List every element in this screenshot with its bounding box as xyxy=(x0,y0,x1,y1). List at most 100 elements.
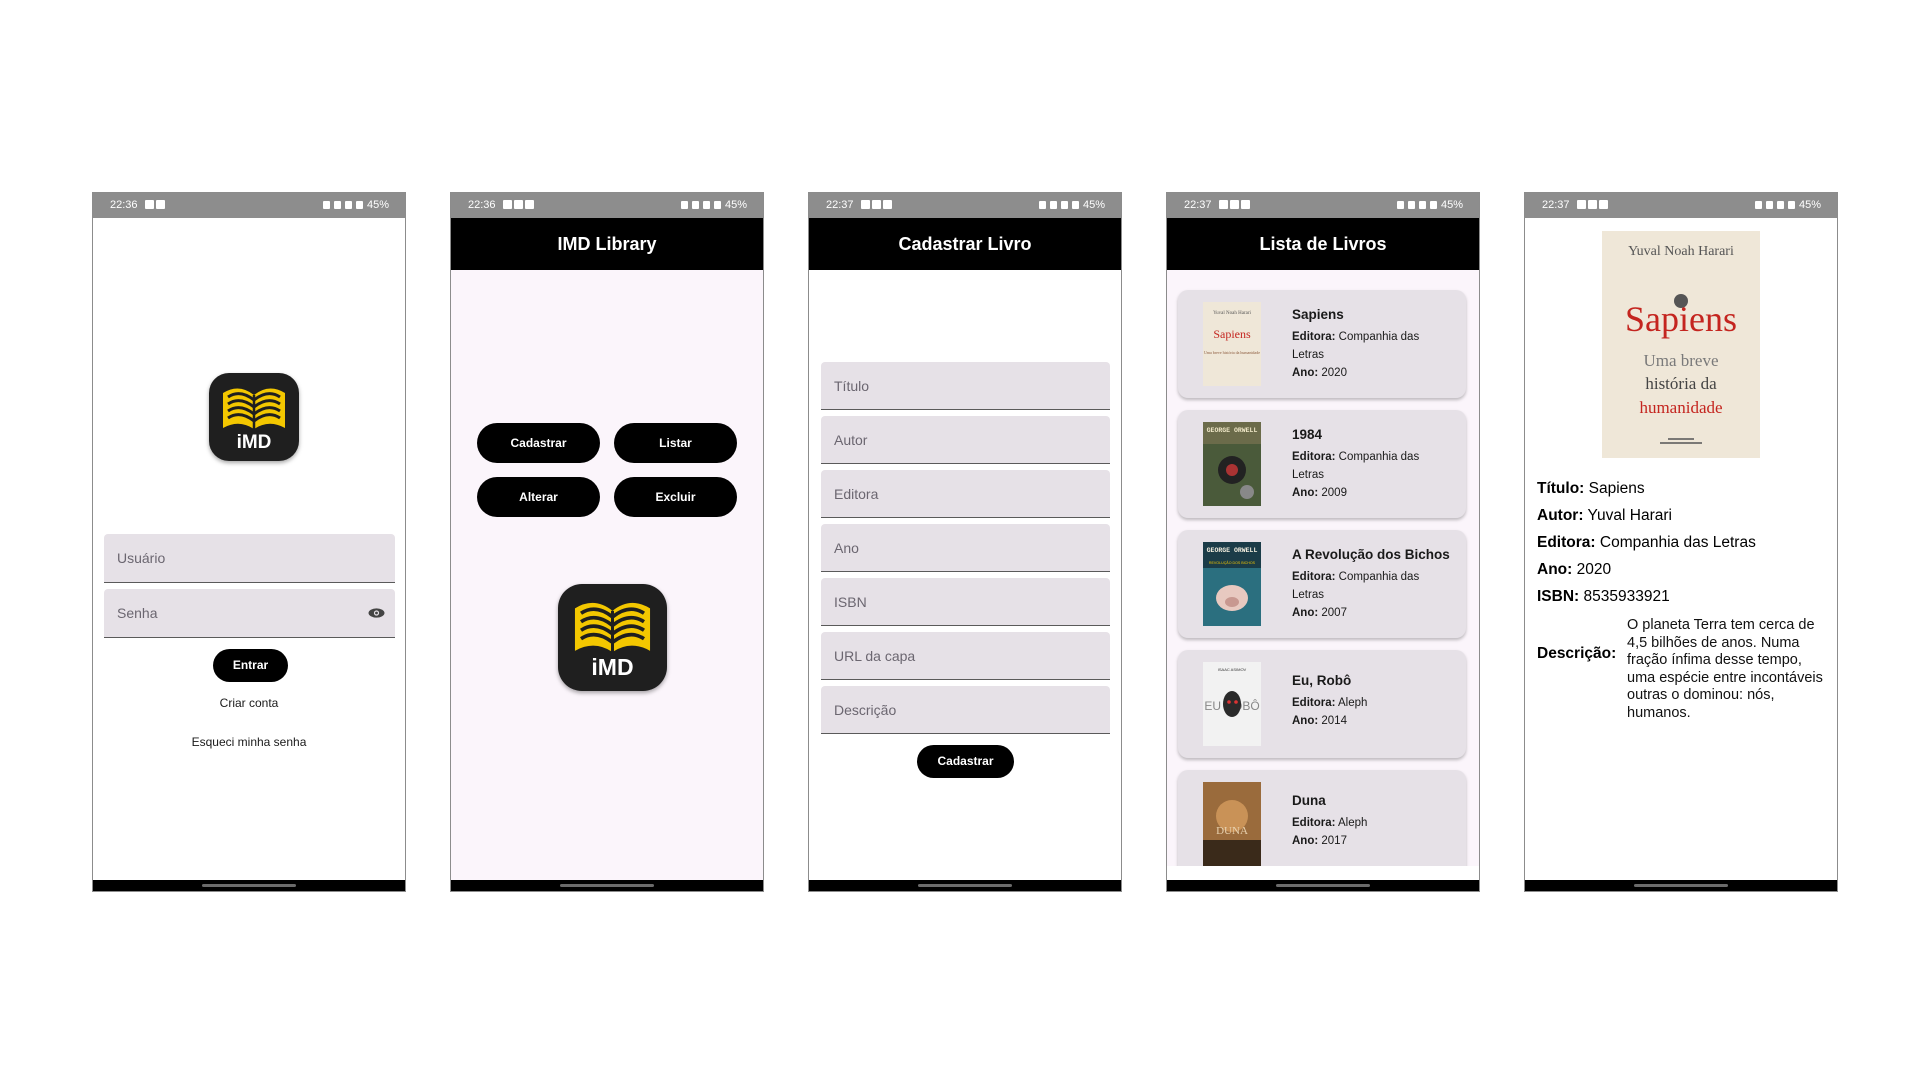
battery-level: 45% xyxy=(1440,199,1463,211)
register-button[interactable]: Cadastrar xyxy=(477,423,600,463)
status-bar: 22:37 45% xyxy=(809,193,1121,218)
login-screen: 22:36 45% iMD Usuário Senha Entrar Criar… xyxy=(92,192,406,892)
status-bar: 22:36 45% xyxy=(93,193,405,218)
edit-button[interactable]: Alterar xyxy=(477,477,600,517)
system-icons: 45% xyxy=(680,199,747,211)
year-label: Ano: xyxy=(1292,835,1319,847)
book-card[interactable]: GEORGE ORWELL REVOLUÇÃO DOS BICHOS A Rev… xyxy=(1178,530,1466,638)
book-card[interactable]: DUNA Duna Editora: Aleph Ano: 2017 xyxy=(1178,770,1466,866)
system-icons: 45% xyxy=(1038,199,1105,211)
imd-logo-icon: iMD xyxy=(558,584,667,691)
status-time: 22:36 xyxy=(110,199,138,211)
username-placeholder: Usuário xyxy=(117,550,166,566)
notification-icons xyxy=(1219,200,1250,209)
gesture-navigation-bar[interactable] xyxy=(451,880,763,891)
description-field[interactable]: Descrição xyxy=(821,686,1110,734)
battery-level: 45% xyxy=(724,199,747,211)
gesture-navigation-bar[interactable] xyxy=(93,880,405,891)
book-detail-screen: 22:37 45% Yuval Noah Harari Sapiens Uma … xyxy=(1524,192,1838,892)
year-label: Ano: xyxy=(1292,487,1319,499)
battery-level: 45% xyxy=(366,199,389,211)
create-account-link[interactable]: Criar conta xyxy=(93,696,405,710)
status-time: 22:37 xyxy=(1542,199,1570,211)
book-title: Eu, Robô xyxy=(1292,673,1352,688)
cover-url-field[interactable]: URL da capa xyxy=(821,632,1110,680)
book-title: 1984 xyxy=(1292,427,1323,442)
field-label: ISBN xyxy=(834,593,867,610)
logo-text: iMD xyxy=(591,654,633,680)
field-label: Descrição xyxy=(834,701,897,718)
book-card[interactable]: Yuval Noah Harari Sapiens Uma breve hist… xyxy=(1178,290,1466,398)
system-icons: 45% xyxy=(322,199,389,211)
detail-description: O planeta Terra tem cerca de 4,5 bilhões… xyxy=(1627,617,1823,721)
cover-title: Sapiens xyxy=(1625,299,1737,339)
battery-level: 45% xyxy=(1082,199,1105,211)
year-label: Ano: xyxy=(1292,607,1319,619)
detail-isbn: 8535933921 xyxy=(1583,588,1670,605)
book-cover-image: ISAAC ASIMOV EU ROBÔ xyxy=(1203,662,1261,746)
detail-publisher-row: Editora: Companhia das Letras xyxy=(1537,534,1756,552)
book-card[interactable]: GEORGE ORWELL 1984 Editora: Companhia da… xyxy=(1178,410,1466,518)
author-label: Autor: xyxy=(1537,507,1584,524)
publisher-label: Editora: xyxy=(1292,331,1336,343)
detail-year-row: Ano: 2020 xyxy=(1537,561,1611,579)
screen-title: Lista de Livros xyxy=(1167,218,1479,270)
submit-register-button[interactable]: Cadastrar xyxy=(917,745,1014,778)
cover-subtitle: REVOLUÇÃO DOS BICHOS xyxy=(1209,560,1256,565)
field-label: URL da capa xyxy=(834,647,916,664)
show-password-eye-icon[interactable] xyxy=(368,608,385,618)
book-title: Duna xyxy=(1292,793,1326,808)
isbn-field[interactable]: ISBN xyxy=(821,578,1110,626)
cover-text: GEORGE ORWELL xyxy=(1207,547,1258,554)
publisher-label: Editora: xyxy=(1292,697,1336,709)
detail-isbn-row: ISBN: 8535933921 xyxy=(1537,588,1670,606)
description-label: Descrição: xyxy=(1537,645,1617,662)
imd-logo-icon: iMD xyxy=(209,373,299,461)
author-field[interactable]: Autor xyxy=(821,416,1110,464)
status-bar: 22:36 45% xyxy=(451,193,763,218)
cover-subtitle-3: humanidade xyxy=(1639,398,1722,417)
publisher-label: Editora: xyxy=(1292,571,1336,583)
book-cover-image: GEORGE ORWELL REVOLUÇÃO DOS BICHOS xyxy=(1203,542,1261,626)
register-book-screen: 22:37 45% Cadastrar Livro Título Autor E… xyxy=(808,192,1122,892)
notification-icons xyxy=(1577,200,1608,209)
cover-subtitle: Uma breve história da humanidade xyxy=(1204,350,1260,355)
field-label: Editora xyxy=(834,485,879,502)
cover-title: Sapiens xyxy=(1213,327,1251,341)
status-time: 22:37 xyxy=(1184,199,1212,211)
gesture-navigation-bar[interactable] xyxy=(809,880,1121,891)
cover-subtitle-2: história da xyxy=(1645,374,1717,393)
delete-button[interactable]: Excluir xyxy=(614,477,737,517)
menu-screen: 22:36 45% IMD Library Cadastrar Listar A… xyxy=(450,192,764,892)
field-label: Autor xyxy=(834,431,868,448)
password-field[interactable]: Senha xyxy=(104,589,395,638)
field-label: Título xyxy=(834,377,870,394)
detail-author-row: Autor: Yuval Harari xyxy=(1537,507,1672,525)
year-label: Ano: xyxy=(1537,561,1573,578)
book-title: A Revolução dos Bichos xyxy=(1292,547,1450,562)
cover-author: Yuval Noah Harari xyxy=(1213,311,1251,316)
status-bar: 22:37 45% xyxy=(1167,193,1479,218)
cover-subtitle-1: Uma breve xyxy=(1643,351,1718,370)
book-year: 2020 xyxy=(1321,367,1347,379)
enter-button[interactable]: Entrar xyxy=(213,649,288,682)
book-cover-image: Yuval Noah Harari Sapiens Uma breve hist… xyxy=(1203,302,1261,386)
username-field[interactable]: Usuário xyxy=(104,534,395,583)
book-card[interactable]: ISAAC ASIMOV EU ROBÔ Eu, Robô Editora: A… xyxy=(1178,650,1466,758)
book-cover-image: GEORGE ORWELL xyxy=(1203,422,1261,506)
year-label: Ano: xyxy=(1292,367,1319,379)
notification-icons xyxy=(503,200,534,209)
gesture-navigation-bar[interactable] xyxy=(1525,880,1837,891)
book-cover-image: DUNA xyxy=(1203,782,1261,866)
year-field[interactable]: Ano xyxy=(821,524,1110,572)
app-title: IMD Library xyxy=(451,218,763,270)
title-field[interactable]: Título xyxy=(821,362,1110,410)
book-year: 2009 xyxy=(1321,487,1347,499)
gesture-navigation-bar[interactable] xyxy=(1167,880,1479,891)
cover-text: GEORGE ORWELL xyxy=(1207,427,1258,434)
publisher-field[interactable]: Editora xyxy=(821,470,1110,518)
book-cover-image: Yuval Noah Harari Sapiens Uma breve hist… xyxy=(1602,231,1760,458)
year-label: Ano: xyxy=(1292,715,1319,727)
forgot-password-link[interactable]: Esqueci minha senha xyxy=(93,735,405,749)
list-button[interactable]: Listar xyxy=(614,423,737,463)
